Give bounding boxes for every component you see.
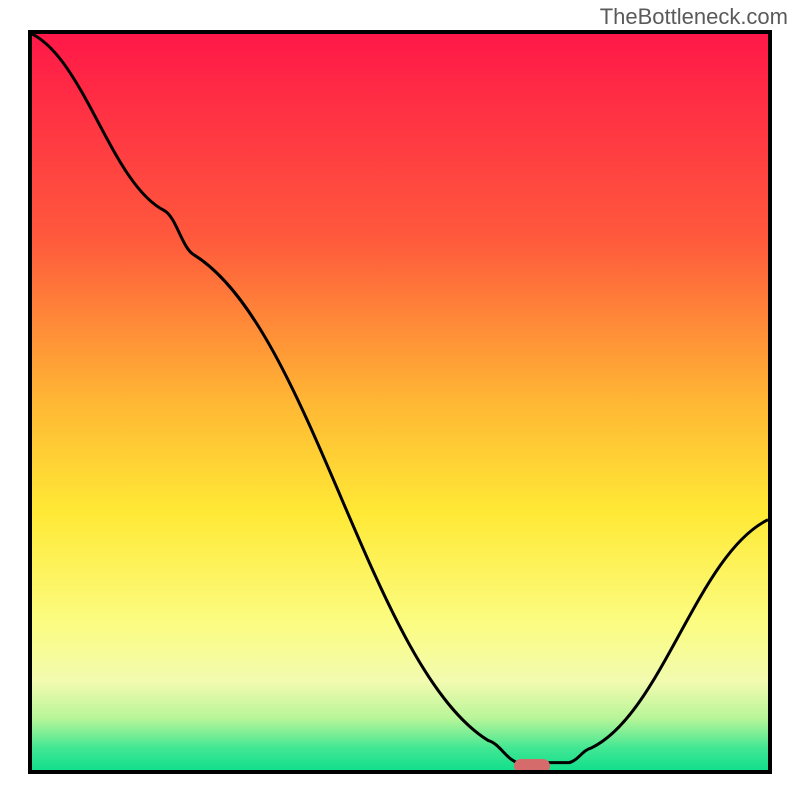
curve-line [32,34,768,770]
chart-area [28,30,772,774]
optimal-marker [514,759,550,773]
watermark-text: TheBottleneck.com [600,4,788,30]
